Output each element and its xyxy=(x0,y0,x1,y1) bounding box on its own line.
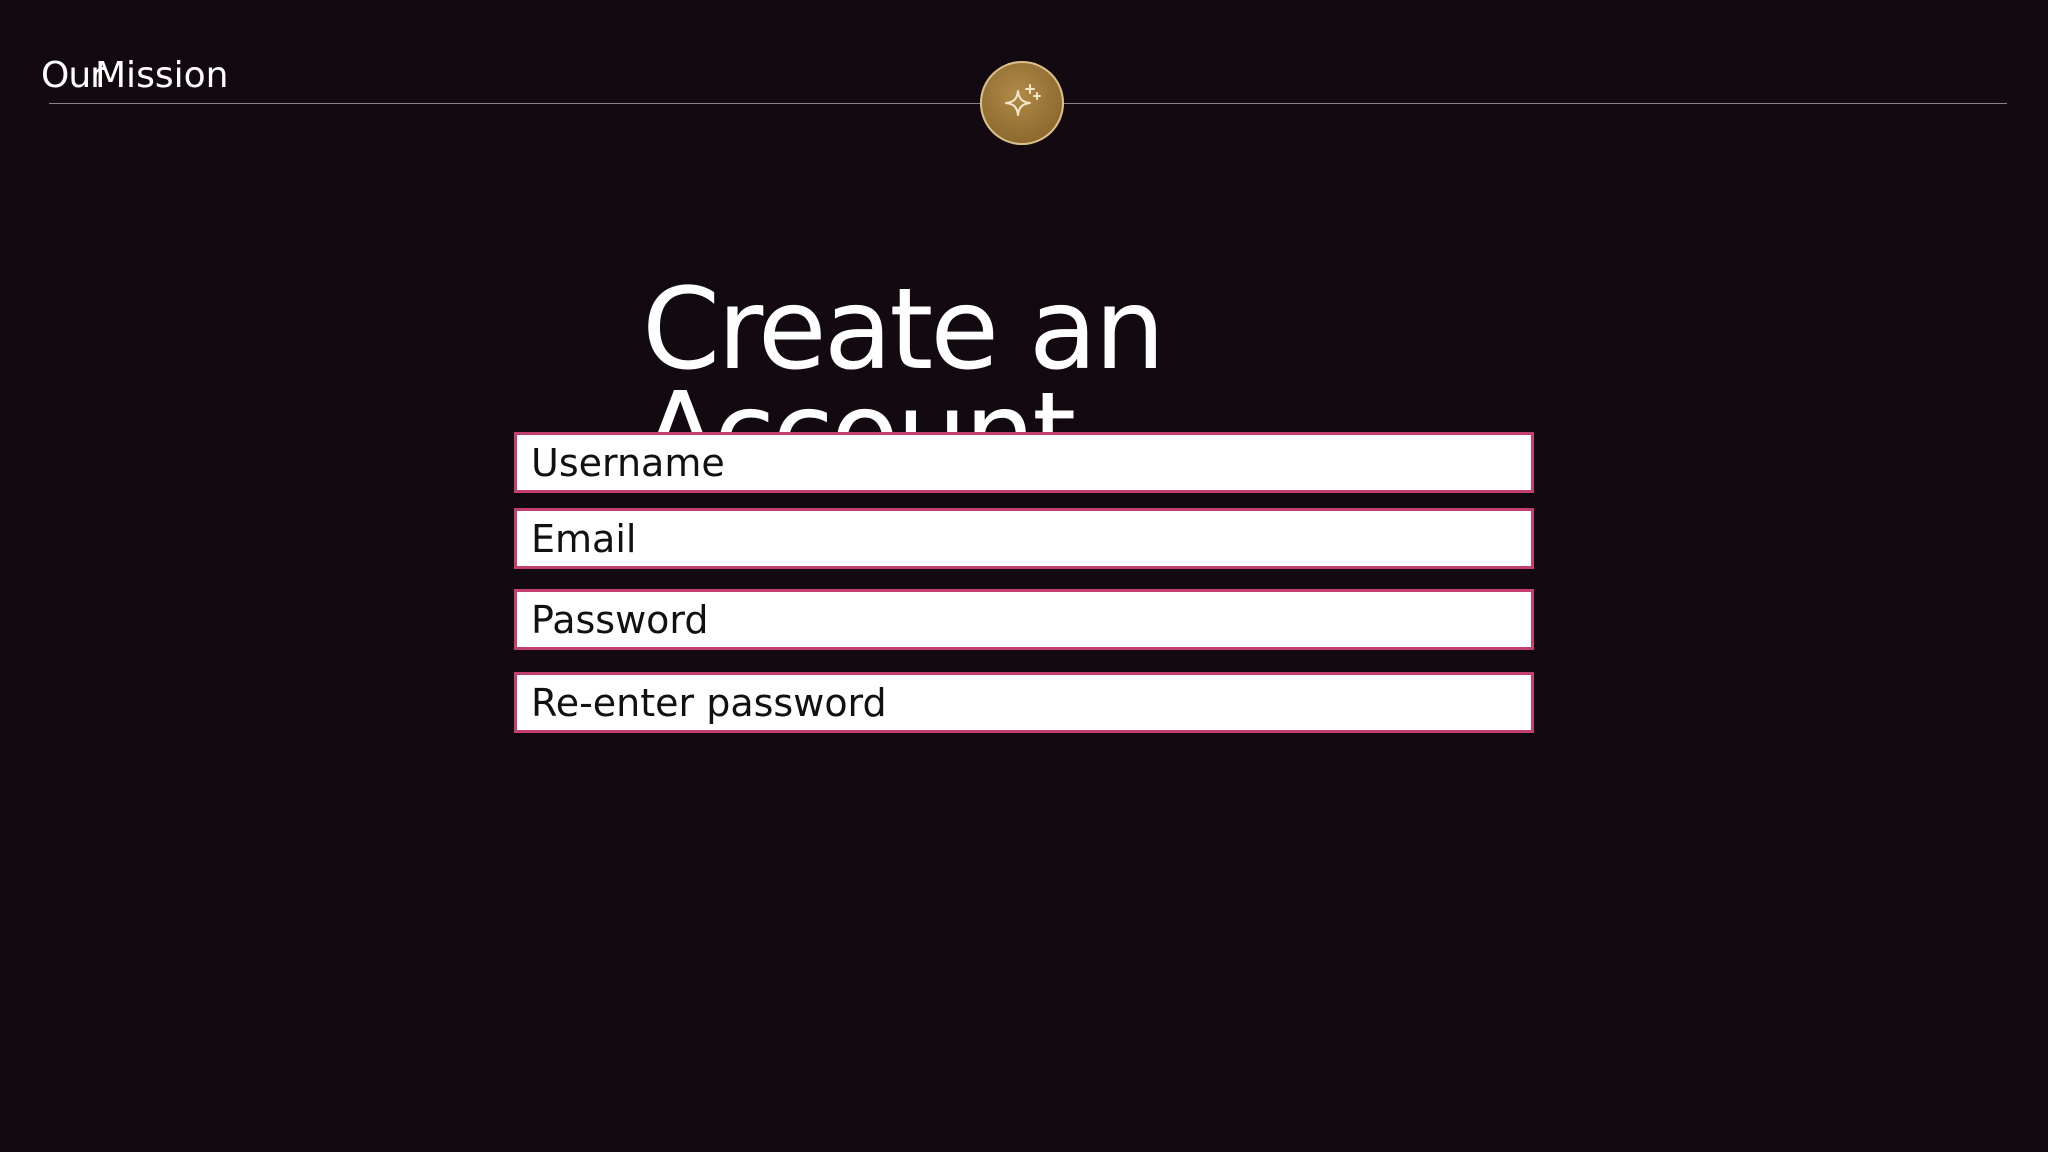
signup-page: Our Mission Create an Account xyxy=(0,0,2048,1152)
sparkle-badge xyxy=(980,61,1064,145)
email-input[interactable] xyxy=(514,508,1534,569)
page-title: Create an Account xyxy=(642,278,1165,438)
reenter-password-input[interactable] xyxy=(514,672,1534,733)
brand-word-mission: Mission xyxy=(95,55,229,96)
brand-logo-text[interactable]: Our Mission xyxy=(41,52,228,100)
username-input[interactable] xyxy=(514,432,1534,493)
password-input[interactable] xyxy=(514,589,1534,650)
sparkle-icon xyxy=(1005,84,1041,116)
